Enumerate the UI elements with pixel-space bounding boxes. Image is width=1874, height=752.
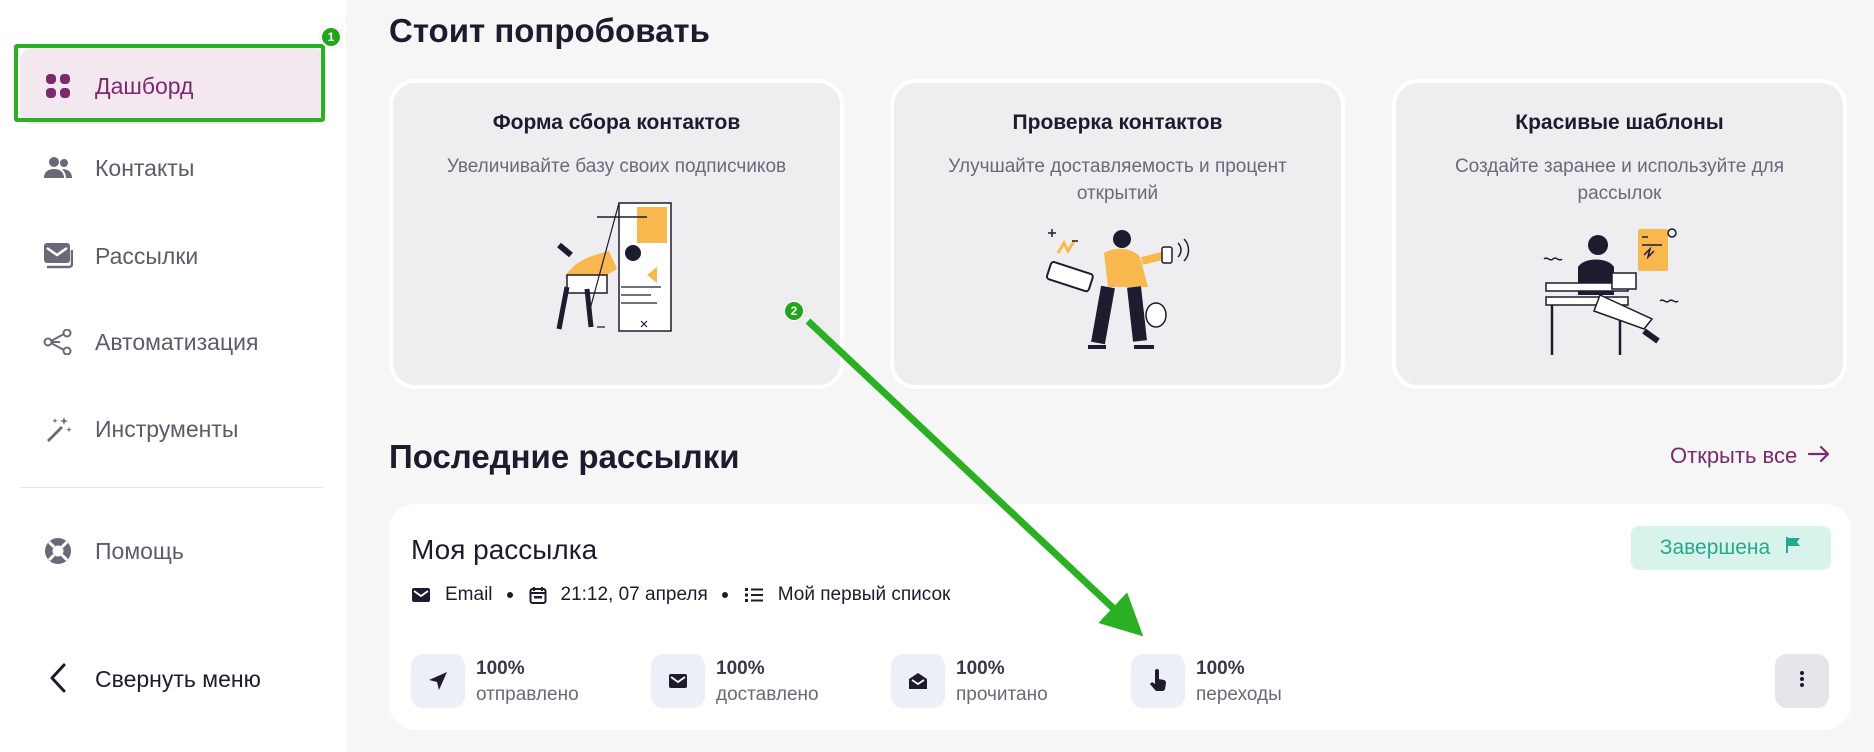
stat-label: доставлено	[716, 684, 819, 705]
card-description: Улучшайте доставляемость и процент откры…	[948, 156, 1287, 204]
separator-dot	[721, 592, 728, 598]
stat-label: прочитано	[956, 684, 1048, 705]
arrow-right-icon	[1807, 443, 1831, 469]
sidebar-item-contacts[interactable]: Контакты	[20, 130, 326, 206]
contact-check-illustration	[1038, 223, 1198, 368]
stat-label: отправлено	[476, 684, 579, 705]
sidebar-item-label: Инструменты	[95, 415, 239, 442]
sidebar-item-tools[interactable]: Инструменты	[20, 391, 326, 467]
stat-value: 100%	[476, 658, 525, 679]
magic-wand-icon	[42, 413, 74, 445]
mailing-meta: Email 21:12, 07 апреля Мой первый список	[411, 584, 964, 606]
sidebar: Дашборд 1 Контакты Рассылки Автоматизаци…	[0, 0, 346, 752]
annotation-badge-1: 1	[320, 26, 342, 48]
flag-icon	[1784, 536, 1802, 560]
card-title: Форма сбора контактов	[492, 111, 741, 134]
lifebuoy-icon	[42, 535, 74, 567]
section-title-recent: Последние рассылки	[389, 438, 740, 475]
chevron-left-icon	[42, 662, 74, 694]
feature-card-contact-check[interactable]: Проверка контактов Улучшайте доставляемо…	[890, 79, 1345, 389]
stat-value: 100%	[716, 658, 765, 679]
open-all-label: Открыть все	[1670, 443, 1798, 468]
envelope-icon	[651, 654, 705, 708]
list-name-label: Мой первый список	[777, 584, 951, 605]
collapse-menu-button[interactable]: Свернуть меню	[20, 640, 326, 716]
sidebar-item-mailings[interactable]: Рассылки	[20, 218, 326, 294]
card-description: Создайте заранее и используйте для рассы…	[1454, 156, 1785, 204]
card-title: Проверка контактов	[1012, 111, 1223, 134]
templates-illustration	[1540, 223, 1700, 368]
sidebar-item-help[interactable]: Помощь	[20, 513, 326, 589]
card-description: Увеличивайте базу своих подписчиков	[446, 156, 787, 177]
status-badge: Завершена	[1631, 526, 1831, 570]
separator-dot	[506, 592, 513, 598]
open-all-link[interactable]: Открыть все	[1670, 443, 1831, 469]
channel-label: Email	[445, 584, 493, 605]
collapse-menu-label: Свернуть меню	[95, 666, 261, 692]
more-options-button[interactable]	[1775, 654, 1829, 708]
datetime-label: 21:12, 07 апреля	[560, 584, 708, 605]
stat-label: переходы	[1196, 684, 1282, 705]
calendar-icon	[529, 586, 547, 604]
envelope-open-icon	[891, 654, 945, 708]
feature-card-templates[interactable]: Красивые шаблоны Создайте заранее и испо…	[1392, 79, 1847, 389]
mailing-card[interactable]: Моя рассылка Завершена Email 21:12, 07 а…	[389, 504, 1851, 730]
section-title-try: Стоит попробовать	[389, 12, 710, 49]
send-icon	[411, 654, 465, 708]
mailing-title: Моя рассылка	[411, 534, 598, 565]
users-icon	[42, 152, 74, 184]
card-title: Красивые шаблоны	[1515, 111, 1724, 134]
envelope-icon	[411, 587, 431, 603]
list-icon	[744, 587, 764, 603]
share-nodes-icon	[42, 326, 74, 358]
sidebar-item-label: Рассылки	[95, 242, 199, 269]
mail-icon	[42, 240, 74, 272]
pointer-hand-icon	[1131, 654, 1185, 708]
contact-form-illustration	[537, 197, 697, 352]
annotation-badge-2: 2	[783, 300, 805, 322]
highlight-box	[14, 44, 325, 122]
sidebar-divider	[20, 487, 323, 488]
sidebar-item-label: Помощь	[95, 537, 184, 564]
sidebar-item-automation[interactable]: Автоматизация	[20, 304, 326, 380]
stat-value: 100%	[1196, 658, 1245, 679]
status-label: Завершена	[1659, 536, 1771, 559]
sidebar-item-label: Контакты	[95, 154, 195, 181]
sidebar-item-label: Автоматизация	[95, 328, 259, 355]
feature-card-contact-form[interactable]: Форма сбора контактов Увеличивайте базу …	[389, 79, 844, 389]
stat-value: 100%	[956, 658, 1005, 679]
vertical-dots-icon	[1799, 670, 1805, 693]
